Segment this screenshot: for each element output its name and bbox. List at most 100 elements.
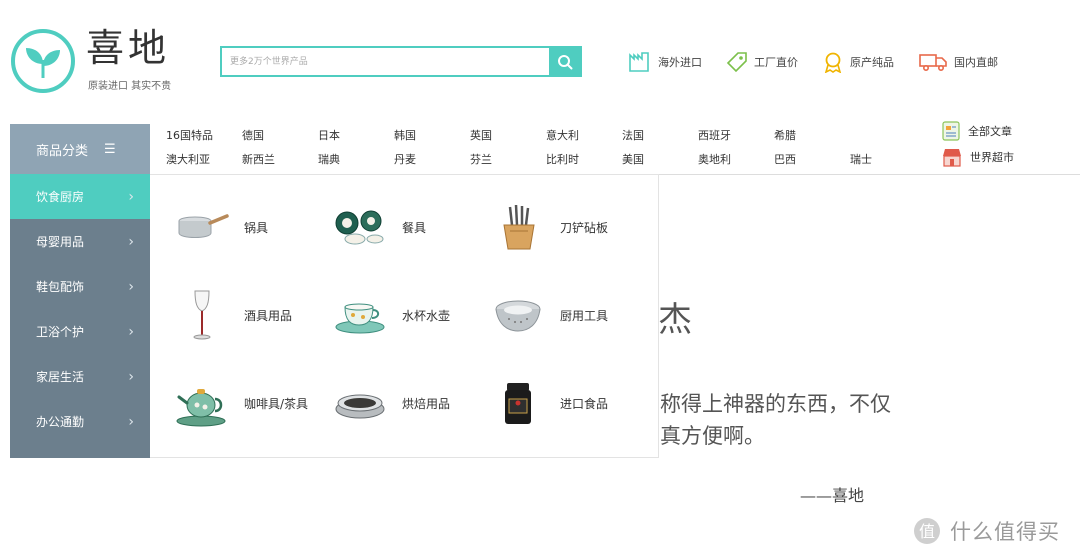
country-link[interactable]: 瑞典 [318,151,394,167]
country-link[interactable]: 美国 [622,151,698,167]
factory-icon [629,52,649,72]
category-item-shoes-bags[interactable]: 鞋包配饰 › [10,264,150,309]
subcategory-label: 酒具用品 [244,308,293,323]
subcategory-item[interactable]: 餐具 [332,197,482,257]
subcategory-label: 刀铲砧板 [560,220,609,235]
category-item-mother-baby[interactable]: 母婴用品 › [10,219,150,264]
side-link-label: 全部文章 [968,125,1012,138]
category-item-label: 母婴用品 [36,235,85,249]
country-link[interactable]: 法国 [622,127,698,143]
subcategory-item[interactable]: 锅具 [174,197,324,257]
all-articles-link[interactable]: 全部文章 [942,118,1014,144]
country-link[interactable]: 比利时 [546,151,622,167]
feature-list: 海外进口 工厂直价 原产纯品 国内直邮 [628,50,1022,74]
smzdm-logo-icon: 值 [914,518,940,544]
country-link[interactable]: 新西兰 [242,151,318,167]
article-icon [942,121,960,141]
search-input[interactable] [222,48,549,75]
article-line: 称得上神器的东西，不仅 [660,392,891,416]
chevron-right-icon: › [128,323,134,340]
world-store-link[interactable]: 世界超市 [942,144,1014,170]
subcategory-label: 水杯水壶 [402,308,451,323]
subcategory-item[interactable]: 厨用工具 [490,285,640,345]
category-item-label: 饮食厨房 [36,190,85,204]
country-link[interactable]: 德国 [242,127,318,143]
category-item-bath-care[interactable]: 卫浴个护 › [10,309,150,354]
feature-domestic-shipping[interactable]: 国内直邮 [918,50,998,74]
chevron-right-icon: › [128,413,134,430]
award-icon [824,52,842,73]
country-link[interactable]: 瑞士 [850,151,926,167]
country-link[interactable]: 丹麦 [394,151,470,167]
category-item-food-kitchen[interactable]: 饮食厨房 › [10,174,150,219]
subcategory-item[interactable]: 刀铲砧板 [490,197,640,257]
chevron-right-icon: › [128,188,134,205]
country-link[interactable]: 意大利 [546,127,622,143]
subcategory-label: 咖啡具/茶具 [244,396,309,411]
feature-factory-price[interactable]: 工厂直价 [726,50,798,74]
price-tag-icon [726,52,747,73]
country-link[interactable]: 16国特品 [166,127,242,143]
knife-block-icon [490,199,546,255]
feature-pure-origin[interactable]: 原产纯品 [822,50,894,74]
category-item-home-living[interactable]: 家居生活 › [10,354,150,399]
country-link[interactable]: 芬兰 [470,151,546,167]
search-bar [220,46,582,77]
chevron-right-icon: › [128,233,134,250]
country-link[interactable]: 英国 [470,127,546,143]
country-row: 澳大利亚 新西兰 瑞典 丹麦 芬兰 比利时 美国 奥地利 巴西 瑞士 [166,147,926,171]
search-button[interactable] [549,48,580,75]
honey-jar-icon [490,375,546,431]
subcategory-item[interactable]: 水杯水壶 [332,285,482,345]
country-link[interactable]: 巴西 [774,151,850,167]
search-icon [557,54,572,69]
category-item-office[interactable]: 办公通勤 › [10,399,150,444]
category-item-label: 办公通勤 [36,415,85,429]
subcategory-item[interactable]: 咖啡具/茶具 [174,373,324,433]
subcategory-label: 厨用工具 [560,308,609,323]
teapot-icon [174,375,230,431]
feature-label: 海外进口 [658,56,702,69]
subcategory-item[interactable]: 进口食品 [490,373,640,433]
truck-icon [919,54,947,72]
subcategory-label: 烘焙用品 [402,396,451,411]
country-row: 16国特品 德国 日本 韩国 英国 意大利 法国 西班牙 希腊 [166,123,926,147]
svg-text:值: 值 [919,522,935,541]
side-link-label: 世界超市 [970,151,1014,164]
category-item-label: 卫浴个护 [36,325,85,339]
subcategory-panel: 锅具 餐具 刀铲砧板 酒具用品 水杯水壶 厨用工具 咖啡具/茶具 烘焙用品 进口… [150,174,659,458]
country-link[interactable]: 韩国 [394,127,470,143]
country-link[interactable]: 希腊 [774,127,850,143]
country-link[interactable]: 日本 [318,127,394,143]
feature-label: 国内直邮 [954,56,998,69]
watermark: 值 什么值得买 [912,516,1060,546]
category-item-label: 家居生活 [36,370,85,384]
dinnerware-icon [332,199,388,255]
subcategory-label: 餐具 [402,220,427,235]
category-toggle-label: 商品分类 [36,143,89,159]
brand-name: 喜地 [86,26,171,70]
country-link[interactable]: 澳大利亚 [166,151,242,167]
subcategory-label: 锅具 [244,220,269,235]
wine-glass-icon [174,287,230,343]
category-item-label: 鞋包配饰 [36,280,85,294]
article-heading-fragment: 杰 [658,300,692,340]
subcategory-item[interactable]: 烘焙用品 [332,373,482,433]
side-links: 全部文章 世界超市 [942,118,1014,170]
country-link[interactable]: 西班牙 [698,127,774,143]
leaf-logo-icon [11,29,75,93]
subcategory-item[interactable]: 酒具用品 [174,285,324,345]
subcategory-label: 进口食品 [560,396,609,411]
watermark-text: 什么值得买 [950,520,1060,544]
country-link[interactable]: 奥地利 [698,151,774,167]
category-toggle[interactable]: 商品分类 ☰ [10,124,150,174]
menu-icon: ☰ [104,141,116,157]
feature-label: 原产纯品 [850,56,894,69]
brand-slogan: 原装进口 其实不贵 [88,81,172,92]
article-line: 真方便啊。 [660,424,765,448]
chevron-right-icon: › [128,278,134,295]
article-body-fragment: 称得上神器的东西，不仅 真方便啊。 [660,388,891,452]
feature-overseas-import[interactable]: 海外进口 [628,50,702,74]
teacup-icon [332,287,388,343]
colander-icon [490,287,546,343]
